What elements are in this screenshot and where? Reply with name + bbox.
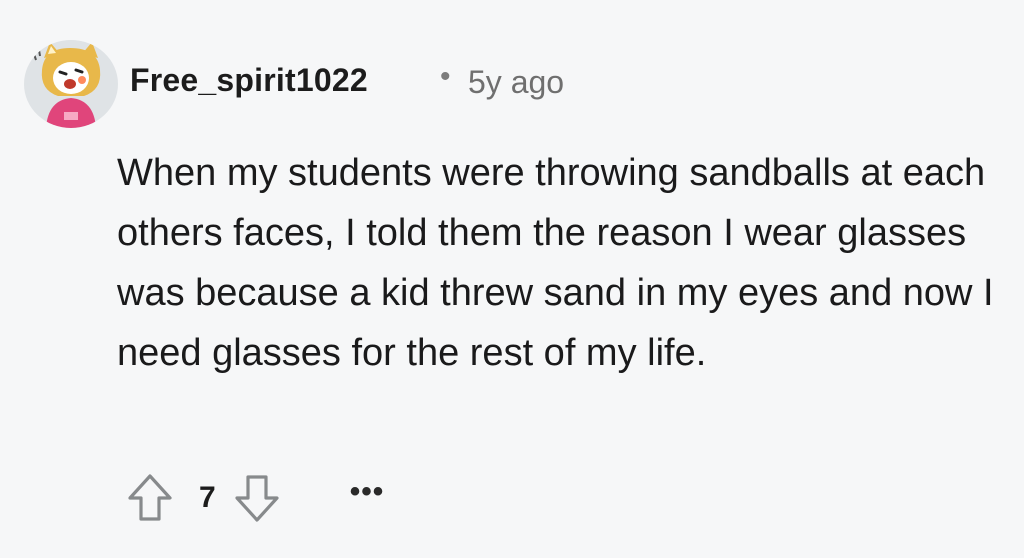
comment: Free_spirit1022 • 5y ago When my student… [0, 0, 1024, 558]
downvote-icon[interactable] [234, 473, 280, 523]
comment-body: When my students were throwing sandballs… [117, 152, 994, 374]
upvote-icon[interactable] [127, 473, 173, 523]
meta-separator: • [440, 60, 451, 93]
more-options-button[interactable]: ••• [350, 477, 385, 507]
comment-score: 7 [199, 481, 216, 514]
comment-actions: 7 ••• [127, 472, 384, 524]
user-avatar[interactable] [24, 40, 118, 128]
avatar-image [27, 40, 115, 128]
comment-timestamp[interactable]: 5y ago [468, 64, 564, 101]
comment-author[interactable]: Free_spirit1022 [130, 62, 368, 99]
